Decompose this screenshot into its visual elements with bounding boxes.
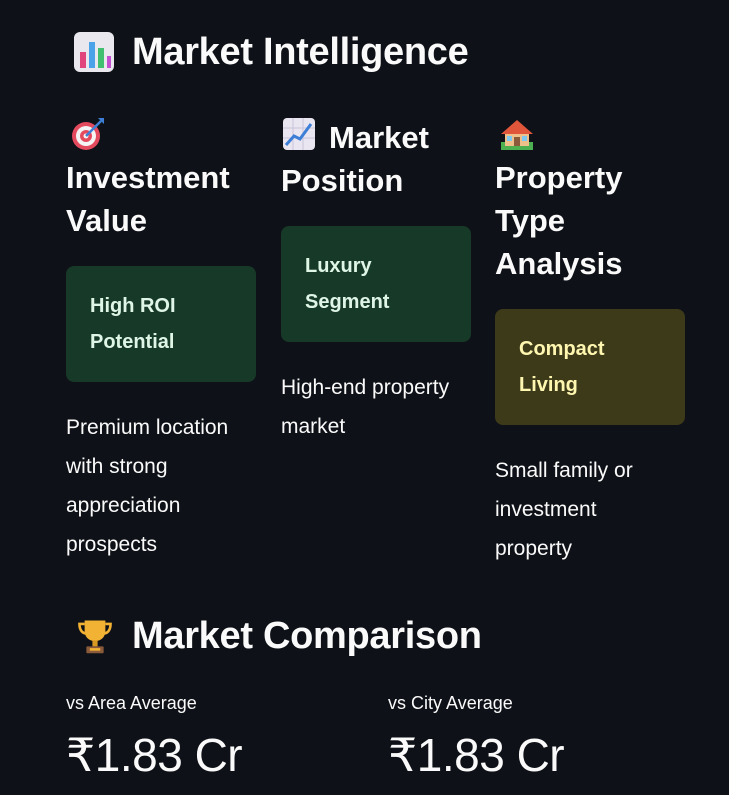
badge-line: Potential <box>90 331 175 353</box>
area-average-label: vs Area Average <box>66 693 197 713</box>
bar-chart-icon <box>74 32 114 72</box>
desc-line: property <box>495 537 573 560</box>
heading-line: Investment <box>66 160 230 195</box>
market-page: Market Intelligence Investment Value Hig… <box>0 0 729 795</box>
property-type-description: Small family or investment property <box>495 451 687 568</box>
badge-line: Segment <box>305 291 390 313</box>
desc-line: High-end property <box>281 376 450 399</box>
investment-value-column: Investment Value High ROI Potential Prem… <box>66 116 258 564</box>
market-comparison-title: Market Comparison <box>132 614 482 657</box>
market-position-column: Market Position Luxury Segment High-end … <box>281 116 473 446</box>
property-type-column: Property Type Analysis Compact Living Sm… <box>495 116 687 568</box>
desc-line: with strong <box>66 455 168 478</box>
investment-value-description: Premium location with strong appreciatio… <box>66 408 258 564</box>
desc-line: investment <box>495 498 597 521</box>
high-roi-badge: High ROI Potential <box>66 266 256 382</box>
market-position-heading: Market Position <box>281 116 473 202</box>
city-average-value: ₹1.83 Cr <box>388 729 565 781</box>
compact-living-badge: Compact Living <box>495 309 685 425</box>
market-intelligence-title: Market Intelligence <box>132 30 469 73</box>
target-icon <box>72 118 104 150</box>
heading-line: Value <box>66 203 147 238</box>
heading-line: Market <box>329 120 429 155</box>
market-intelligence-heading: Market Intelligence <box>72 30 469 74</box>
badge-line: Compact <box>519 338 605 360</box>
market-comparison-heading: Market Comparison <box>76 614 482 658</box>
area-average-value: ₹1.83 Cr <box>66 729 243 781</box>
heading-line: Type <box>495 203 566 238</box>
market-position-description: High-end property market <box>281 368 473 446</box>
trophy-icon <box>78 620 112 654</box>
desc-line: appreciation <box>66 494 181 517</box>
desc-line: prospects <box>66 533 158 556</box>
heading-line: Property <box>495 160 623 195</box>
property-type-heading: Property Type Analysis <box>495 156 687 285</box>
house-icon <box>501 120 533 150</box>
desc-line: Small family or <box>495 459 633 482</box>
heading-line: Analysis <box>495 246 623 281</box>
luxury-segment-badge: Luxury Segment <box>281 226 471 342</box>
badge-line: High ROI <box>90 295 176 317</box>
desc-line: market <box>281 415 346 438</box>
badge-line: Living <box>519 374 578 396</box>
investment-value-heading: Investment Value <box>66 156 258 242</box>
trending-up-icon <box>283 118 315 150</box>
city-average-label: vs City Average <box>388 693 513 713</box>
desc-line: Premium location <box>66 416 229 439</box>
badge-line: Luxury <box>305 255 372 277</box>
heading-line: Position <box>281 163 404 198</box>
